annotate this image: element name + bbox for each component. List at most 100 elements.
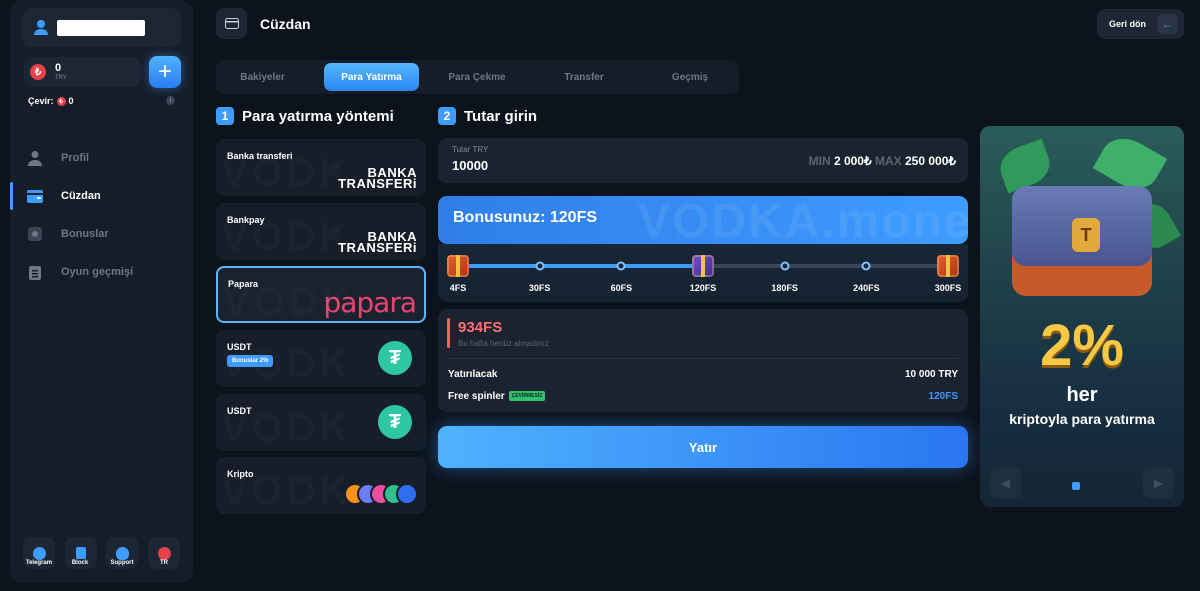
gift-box-icon bbox=[447, 255, 469, 277]
promo-prev-button[interactable]: ◀ bbox=[990, 467, 1021, 498]
section-method-heading: 1 Para yatırma yöntemi bbox=[216, 107, 394, 125]
progress-step-dot bbox=[616, 261, 626, 271]
balance-box: ₺ 0 TRY bbox=[24, 57, 141, 87]
free-spins-total: 934FS bbox=[458, 319, 503, 336]
progress-step-label: 180FS bbox=[771, 283, 798, 293]
sidebar-item-cuzdan[interactable]: Cüzdan bbox=[22, 181, 182, 211]
method-usdt-bonus[interactable]: VODK USDT Bonuslar 2% ₮ bbox=[216, 330, 426, 387]
row-label: Yatırılacak bbox=[448, 369, 498, 380]
nav-active-indicator bbox=[10, 182, 13, 210]
amount-input-box[interactable]: Tutar TRY 10000 MIN 2 000₺ MAX 250 000₺ bbox=[438, 138, 968, 183]
tab-gecmis[interactable]: Geçmiş bbox=[646, 63, 734, 91]
promo-line2: kriptoyla para yatırma bbox=[1009, 411, 1155, 427]
cevir-value: 0 bbox=[68, 96, 74, 106]
deposit-submit-button[interactable]: Yatır bbox=[438, 426, 968, 468]
progress-step-label: 300FS bbox=[934, 283, 962, 293]
divider bbox=[448, 358, 958, 359]
progress-step-label: 4FS bbox=[449, 283, 467, 293]
bonus-title: Bonusunuz: 120FS bbox=[453, 209, 598, 226]
tether-icon: ₮ bbox=[378, 405, 412, 439]
sidebar-item-oyun-gecmisi[interactable]: Oyun geçmişi bbox=[22, 257, 182, 287]
chest-lock: T bbox=[1072, 218, 1100, 252]
banka-transfer-logo: BANKA TRANSFERi bbox=[338, 229, 417, 255]
wallet-header-icon bbox=[216, 8, 247, 39]
arrow-left-icon: ← bbox=[1157, 14, 1178, 34]
promo-line1: her bbox=[1066, 384, 1098, 406]
fs-accent-bar bbox=[447, 318, 450, 348]
block-label: Block bbox=[71, 560, 89, 566]
amount-label: Tutar TRY bbox=[452, 145, 489, 154]
section-title: Para yatırma yöntemi bbox=[242, 107, 394, 125]
user-icon bbox=[27, 150, 43, 166]
bonus-banner: VODKA.money Bonusunuz: 120FS bbox=[438, 196, 968, 244]
progress-step-label: 60FS bbox=[610, 283, 633, 293]
progress-step-dot bbox=[861, 261, 871, 271]
progress-step-dot bbox=[535, 261, 545, 271]
watermark: VODKA.money bbox=[638, 196, 968, 244]
method-kripto[interactable]: VODK Kripto bbox=[216, 457, 426, 514]
tab-transfer[interactable]: Transfer bbox=[540, 63, 628, 91]
user-icon bbox=[34, 20, 48, 35]
amount-limits: MIN 2 000₺ MAX 250 000₺ bbox=[808, 154, 956, 168]
method-usdt[interactable]: VODK USDT ₮ bbox=[216, 394, 426, 451]
info-icon[interactable]: i bbox=[166, 96, 175, 105]
bonus-badge: Bonuslar 2% bbox=[227, 355, 274, 367]
summary-row-free-spins: Free spinler ÇEVİRMESİZ 120FS bbox=[448, 391, 958, 402]
tab-bakiyeler[interactable]: Bakiyeler bbox=[221, 63, 304, 91]
progress-step-label: 30FS bbox=[528, 283, 551, 293]
lira-coin-icon: ₺ bbox=[56, 96, 66, 106]
telegram-label: Telegram bbox=[25, 560, 53, 566]
papara-logo: papara bbox=[323, 286, 417, 319]
progress-step-label: 240FS bbox=[853, 283, 880, 293]
section-amount-heading: 2 Tutar girin bbox=[438, 107, 537, 125]
add-funds-button[interactable]: + bbox=[149, 56, 181, 88]
promo-percent: 2% bbox=[1040, 313, 1124, 378]
row-label: Free spinler bbox=[448, 391, 505, 402]
method-banka-transferi[interactable]: VODK Banka transferi BANKATRANSFERi bbox=[216, 139, 426, 196]
progress-fill bbox=[458, 264, 703, 268]
method-name: USDT bbox=[227, 342, 252, 352]
back-label: Geri dön bbox=[1109, 19, 1147, 29]
support-icon bbox=[115, 546, 129, 560]
history-icon bbox=[27, 264, 43, 280]
banka-transfer-logo: BANKA TRANSFERi bbox=[338, 165, 417, 191]
row-value: 10 000 TRY bbox=[905, 369, 958, 380]
back-button[interactable]: Geri dön ← bbox=[1097, 9, 1184, 39]
tab-para-cekme[interactable]: Para Çekme bbox=[434, 63, 520, 91]
tab-para-yatirma[interactable]: Para Yatırma bbox=[324, 63, 419, 91]
amount-input[interactable]: 10000 bbox=[452, 158, 488, 173]
tether-icon: ₮ bbox=[378, 341, 412, 375]
promo-page-dot[interactable] bbox=[1072, 482, 1080, 490]
cevir-row: Çevir: ₺ 0 bbox=[28, 96, 74, 106]
row-value: 120FS bbox=[928, 391, 958, 402]
method-name: Kripto bbox=[227, 469, 254, 479]
crypto-icons bbox=[344, 483, 418, 505]
step-number: 1 bbox=[216, 107, 234, 125]
balance-value: 0 bbox=[55, 62, 62, 74]
sidebar-item-label: Profil bbox=[61, 152, 90, 164]
sidebar-item-label: Bonuslar bbox=[61, 228, 109, 240]
user-box[interactable] bbox=[22, 8, 181, 47]
gift-box-icon bbox=[937, 255, 959, 277]
method-bankpay[interactable]: VODK Bankpay BANKATRANSFERi bbox=[216, 203, 426, 260]
wallet-icon bbox=[27, 188, 43, 204]
telegram-icon bbox=[32, 546, 46, 560]
free-spins-note: Bu hafta henüz almadınız bbox=[458, 339, 549, 348]
balance-currency: TRY bbox=[55, 75, 67, 81]
gift-icon bbox=[27, 226, 43, 242]
method-name: Banka transferi bbox=[227, 151, 293, 161]
promo-banner[interactable]: T 2% her kriptoyla para yatırma ◀ ▶ bbox=[980, 126, 1184, 507]
turkey-flag-icon bbox=[157, 546, 171, 560]
summary-row-deposit: Yatırılacak 10 000 TRY bbox=[448, 369, 958, 380]
step-number: 2 bbox=[438, 107, 456, 125]
wallet-tabs: Bakiyeler Para Yatırma Para Çekme Transf… bbox=[216, 60, 739, 94]
method-papara[interactable]: VODK Papara papara bbox=[216, 266, 426, 323]
username-redacted bbox=[57, 20, 145, 36]
sidebar-item-bonuslar[interactable]: Bonuslar bbox=[22, 219, 182, 249]
bonus-progress: 4FS 30FS 60FS 120FS 180FS 240FS 300FS bbox=[438, 244, 968, 302]
page-title: Cüzdan bbox=[260, 16, 311, 32]
promo-next-button[interactable]: ▶ bbox=[1143, 467, 1174, 498]
sidebar-item-profil[interactable]: Profil bbox=[22, 143, 182, 173]
method-name: USDT bbox=[227, 406, 252, 416]
gift-box-icon bbox=[692, 255, 714, 277]
